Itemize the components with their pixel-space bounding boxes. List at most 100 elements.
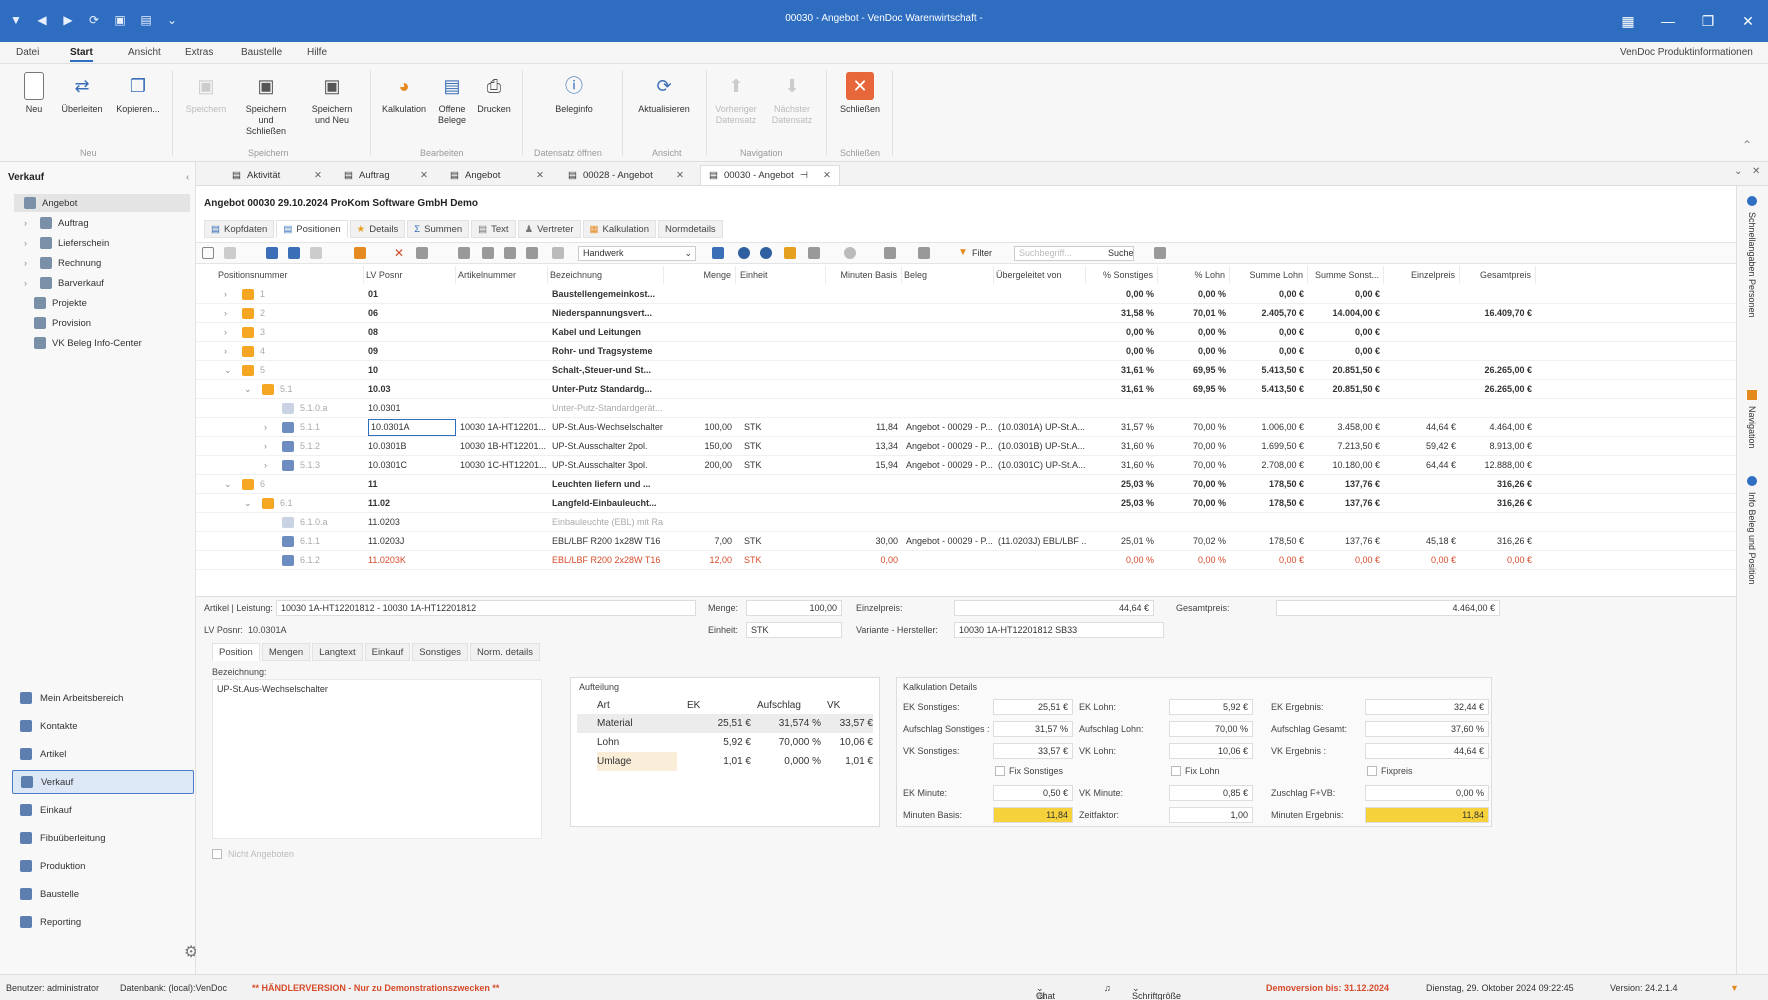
menu-baustelle[interactable]: Baustelle (241, 47, 282, 58)
new-position-icon[interactable] (202, 247, 214, 259)
folder-icon[interactable] (784, 247, 796, 259)
layout-icon[interactable]: ▦ (1608, 0, 1648, 42)
columns-icon[interactable] (884, 247, 896, 259)
expand-icon[interactable]: › (264, 456, 267, 475)
close-tab-icon[interactable]: ✕ (676, 170, 684, 181)
chevron-right-icon[interactable]: › (24, 258, 34, 268)
print-button[interactable]: ⎙ Drucken (466, 72, 522, 115)
product-info-link[interactable]: VenDoc Produktinformationen (1620, 47, 1753, 58)
dtab-einkauf[interactable]: Einkauf (364, 643, 411, 661)
menu-extras[interactable]: Extras (185, 47, 213, 58)
collapse-sidebar-icon[interactable]: ‹ (186, 172, 189, 183)
sidebar-item-auftrag[interactable]: › Auftrag (24, 214, 89, 232)
menu-ansicht[interactable]: Ansicht (128, 47, 161, 58)
move-up-icon[interactable] (504, 247, 516, 259)
expand-icon[interactable]: › (224, 323, 227, 342)
minimize-button[interactable]: — (1648, 0, 1688, 42)
refresh-button[interactable]: ⟳ Aktualisieren (636, 72, 692, 115)
settings-icon[interactable] (552, 247, 564, 259)
export-icon[interactable] (808, 247, 820, 259)
subtab-normdetails[interactable]: Normdetails (658, 220, 723, 238)
collapse-icon[interactable]: ⌄ (224, 475, 232, 494)
dtab-langtext[interactable]: Langtext (312, 643, 363, 661)
table-row[interactable]: › 5.1.1 10.0301A 10030 1A-HT12201... UP-St.A… (196, 418, 1736, 437)
menu-datei[interactable]: Datei (16, 47, 39, 58)
aufteilung-row[interactable]: Lohn 5,92 € 70,000 % 10,06 € (577, 733, 873, 752)
col-menge[interactable]: Menge (666, 266, 736, 284)
menu-hilfe[interactable]: Hilfe (307, 47, 327, 58)
close-all-icon[interactable]: ✕ (1752, 166, 1760, 177)
bezeichnung-textarea[interactable]: UP-St.Aus-Wechselschalter (212, 679, 542, 839)
fixpreis-checkbox[interactable] (1367, 766, 1377, 776)
close-tab-icon[interactable]: ✕ (823, 170, 831, 181)
subtab-vertreter[interactable]: ♟ Vertreter (517, 220, 581, 238)
transfer-button[interactable]: ⇄ Überleiten (54, 72, 110, 115)
lock-icon[interactable] (526, 247, 538, 259)
subtab-kalkulation[interactable]: ▦ Kalkulation (582, 220, 656, 238)
subtab-kopfdaten[interactable]: ▤ Kopfdaten (204, 220, 275, 238)
chat-button[interactable]: ☏ Chat ⌄ (1036, 983, 1055, 1000)
expand-icon[interactable]: › (264, 418, 267, 437)
table-row[interactable]: ⌄ 5 10 Schalt-,Steuer-und St... 31,61 % 69,95… (196, 361, 1736, 380)
chevron-right-icon[interactable]: › (24, 278, 34, 288)
table-row[interactable]: ⌄ 6.1 11.02 Langfeld-Einbauleucht... 25,03 %… (196, 494, 1736, 513)
close-window-button[interactable]: ✕ (1728, 0, 1768, 42)
transfer-icon[interactable] (712, 247, 724, 259)
col-gesamtpreis[interactable]: Gesamtpreis (1462, 266, 1536, 284)
restore-button[interactable]: ❐ (1688, 0, 1728, 42)
filter-button[interactable]: Filter (972, 248, 992, 258)
tab-00030-angebot[interactable]: ▤ 00030 - Angebot ⊣ ✕ (700, 165, 840, 185)
insert-icon[interactable] (266, 247, 278, 259)
col-beleg[interactable]: Beleg (904, 266, 994, 284)
minuten-basis-field[interactable]: 11,84 (993, 807, 1073, 823)
col-summe-sonst[interactable]: Summe Sonst... (1310, 266, 1384, 284)
artikel-field[interactable]: 10030 1A-HT12201812 - 10030 1A-HT1220181… (276, 600, 696, 616)
dtab-sonstiges[interactable]: Sonstiges (412, 643, 469, 661)
table-row[interactable]: 6.1.2 11.0203K EBL/LBF R200 2x28W T16 12,00… (196, 551, 1736, 570)
document-info-button[interactable]: ⓘ Beleginfo (546, 72, 602, 115)
subtab-summen[interactable]: Σ Summen (407, 220, 470, 238)
subtab-details[interactable]: ★ Details (349, 220, 406, 238)
dtab-position[interactable]: Position (212, 643, 260, 661)
table-row[interactable]: › 1 01 Baustellengemeinkost... 0,00 % 0,00 % 0… (196, 285, 1736, 304)
collapse-icon[interactable]: ⌄ (224, 361, 232, 380)
edit-icon[interactable] (224, 247, 236, 259)
expand-icon[interactable]: › (224, 285, 227, 304)
col-bezeichnung[interactable]: Bezeichnung (550, 266, 664, 284)
aufschlag-lohn-field[interactable]: 70,00 % (1169, 721, 1253, 737)
chevron-right-icon[interactable]: › (24, 238, 34, 248)
refresh-icon[interactable] (458, 247, 470, 259)
nav-verkauf[interactable]: Verkauf (12, 770, 194, 794)
table-row[interactable]: 5.1.0.a 10.0301 Unter-Putz-Standardgerät..… (196, 399, 1736, 418)
search-button[interactable]: Suche (1108, 248, 1134, 258)
col-einzelpreis[interactable]: Einzelpreis (1386, 266, 1460, 284)
nav-kontakte[interactable]: Kontakte (12, 714, 194, 738)
tab-auftrag[interactable]: ▤ Auftrag ✕ (336, 165, 436, 185)
dtab-mengen[interactable]: Mengen (261, 643, 311, 661)
sidebar-item-info-center[interactable]: VK Beleg Info-Center (34, 334, 142, 352)
col-prozent-lohn[interactable]: % Lohn (1160, 266, 1230, 284)
table-row[interactable]: › 4 09 Rohr- und Tragsysteme 0,00 % 0,00 % 0,0… (196, 342, 1736, 361)
info-icon[interactable] (738, 247, 750, 259)
pin-icon[interactable]: ⊣ (800, 170, 808, 181)
subtab-text[interactable]: ▤ Text (471, 220, 516, 238)
sidebar-item-provision[interactable]: Provision (34, 314, 91, 332)
menu-start[interactable]: Start (70, 47, 93, 62)
table-row[interactable]: › 3 08 Kabel und Leitungen 0,00 % 0,00 % 0,00 … (196, 323, 1736, 342)
side-tab-schnellangaben[interactable]: Schnellangaben Personen (1747, 212, 1757, 318)
table-row[interactable]: ⌄ 5.1 10.03 Unter-Putz Standardg... 31,61 % 6… (196, 380, 1736, 399)
menge-field[interactable]: 100,00 (746, 600, 842, 616)
zuschlag-field[interactable]: 0,00 % (1365, 785, 1489, 801)
expand-icon[interactable]: › (224, 342, 227, 361)
chevron-right-icon[interactable]: › (24, 218, 34, 228)
nav-mein-arbeitsbereich[interactable]: Mein Arbeitsbereich (12, 686, 194, 710)
layout-icon[interactable] (918, 247, 930, 259)
subtab-positionen[interactable]: ▤ Positionen (276, 220, 348, 238)
einheit-select[interactable]: STK (746, 622, 842, 638)
nav-fibu[interactable]: Fibuüberleitung (12, 826, 194, 850)
nav-artikel[interactable]: Artikel (12, 742, 194, 766)
nav-einkauf[interactable]: Einkauf (12, 798, 194, 822)
expand-icon[interactable]: › (264, 437, 267, 456)
nav-baustelle[interactable]: Baustelle (12, 882, 194, 906)
bell-icon[interactable]: ♫ (1104, 983, 1111, 993)
